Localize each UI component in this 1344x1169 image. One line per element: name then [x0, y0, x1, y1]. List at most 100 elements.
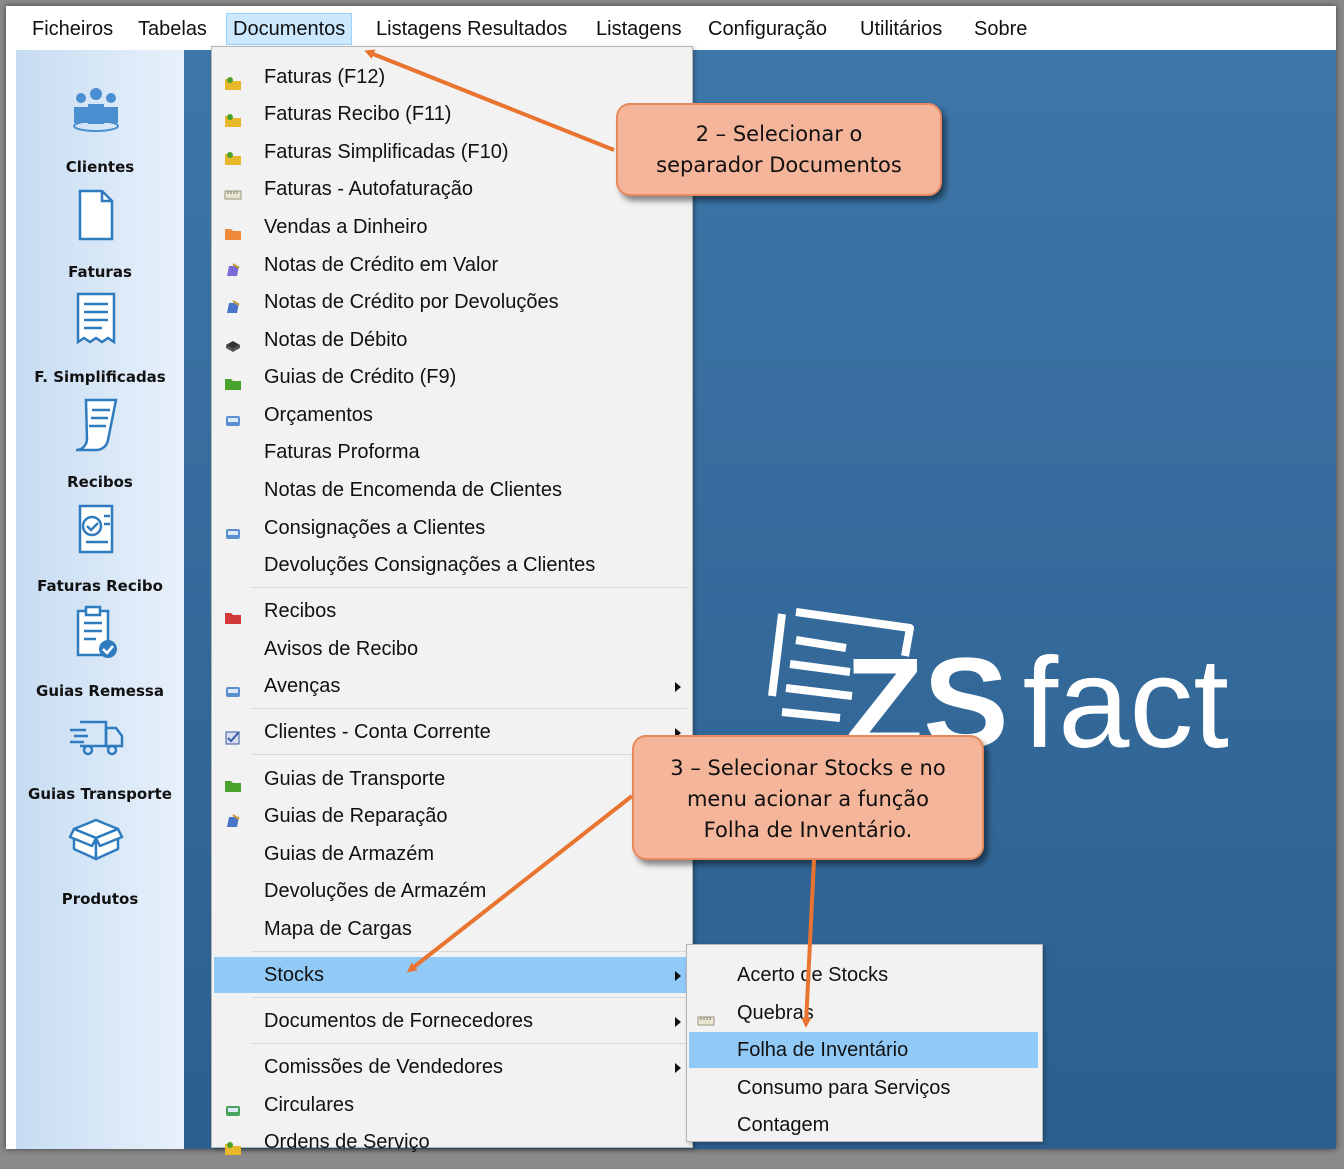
menubar-item-listagens[interactable]: Listagens: [590, 14, 688, 44]
sidebar-label-guias-remessa[interactable]: Guias Remessa: [16, 682, 184, 700]
menu-item-clientes-conta-corrente[interactable]: Clientes - Conta Corrente: [214, 714, 689, 750]
menubar-item-sobre[interactable]: Sobre: [968, 14, 1033, 44]
menu-bar: Ficheiros Tabelas Documentos Listagens Resu…: [6, 6, 1336, 50]
menu-item-label: Guias de Crédito (F9): [264, 366, 457, 388]
menu-item-guias-de-armaz-m[interactable]: Guias de Armazém: [214, 836, 689, 872]
submenu-item-folha-de-invent-rio[interactable]: Folha de Inventário: [689, 1032, 1038, 1068]
sidebar: Clientes Faturas F. Simplificadas Recibos Fa…: [16, 50, 184, 1149]
menubar-item-utilit-rios[interactable]: Utilitários: [854, 14, 948, 44]
green-folder-icon: [224, 368, 242, 390]
clients-icon[interactable]: [66, 80, 126, 140]
menubar-item-configura-o[interactable]: Configuração: [702, 14, 833, 44]
document-icon[interactable]: [66, 185, 126, 245]
menu-item-guias-de-transporte[interactable]: Guias de Transporte: [214, 761, 689, 797]
sidebar-label-guias-transporte[interactable]: Guias Transporte: [16, 785, 184, 803]
menubar-item-tabelas[interactable]: Tabelas: [132, 14, 213, 44]
menu-item-label: Ordens de Serviço: [264, 1131, 430, 1153]
menu-item-label: Orçamentos: [264, 404, 373, 426]
black-disk-icon: [224, 331, 242, 352]
menu-item-label: Comissões de Vendedores: [264, 1056, 504, 1078]
menu-item-guias-de-cr-dito-f9-[interactable]: Guias de Crédito (F9): [214, 359, 689, 395]
orange-folder-icon: [224, 218, 242, 240]
sidebar-label-clientes[interactable]: Clientes: [16, 158, 184, 176]
sidebar-label-produtos[interactable]: Produtos: [16, 890, 184, 908]
menu-item-documentos-de-fornecedores[interactable]: Documentos de Fornecedores: [214, 1003, 689, 1039]
menu-item-label: Faturas Simplificadas (F10): [264, 141, 509, 163]
menu-item-or-amentos[interactable]: Orçamentos: [214, 397, 689, 433]
menu-item-recibos[interactable]: Recibos: [214, 593, 689, 629]
menu-item-label: Notas de Débito: [264, 329, 408, 351]
star-folder-icon: [224, 105, 242, 127]
menu-item-label: Stocks: [264, 964, 325, 986]
menubar-item-documentos[interactable]: Documentos: [226, 13, 353, 45]
submenu-item-acerto-de-stocks[interactable]: Acerto de Stocks: [689, 957, 1038, 993]
menu-item-stocks[interactable]: Stocks: [214, 957, 689, 993]
menu-item-label: Devoluções Consignações a Clientes: [264, 554, 596, 576]
menu-item-devolu-es-de-armaz-m[interactable]: Devoluções de Armazém: [214, 873, 689, 909]
clipboard-check-icon[interactable]: [66, 603, 126, 663]
menu-item-label: Avenças: [264, 675, 341, 697]
ruler-icon: [697, 1004, 715, 1026]
menu-item-consigna-es-a-clientes[interactable]: Consignações a Clientes: [214, 510, 689, 546]
menu-item-label: Avisos de Recibo: [264, 638, 419, 660]
invoice-check-icon[interactable]: [66, 500, 126, 560]
sidebar-label-recibos[interactable]: Recibos: [16, 473, 184, 491]
menu-item-faturas-proforma[interactable]: Faturas Proforma: [214, 434, 689, 470]
submenu-item-contagem[interactable]: Contagem: [689, 1107, 1038, 1143]
submenu-item-label: Acerto de Stocks: [737, 964, 889, 986]
menu-item-label: Documentos de Fornecedores: [264, 1010, 534, 1032]
menu-item-guias-de-repara-o[interactable]: Guias de Reparação: [214, 798, 689, 834]
menu-item-avisos-de-recibo[interactable]: Avisos de Recibo: [214, 631, 689, 667]
documentos-dropdown-menu: Faturas (F12) Faturas Recibo (F11) Faturas…: [211, 46, 693, 1155]
sidebar-label-faturas-recibo[interactable]: Faturas Recibo: [16, 577, 184, 595]
submenu-item-label: Contagem: [737, 1114, 830, 1136]
menu-item-devolu-es-consigna-es-a-clientes[interactable]: Devoluções Consignações a Clientes: [214, 547, 689, 583]
menu-item-label: Guias de Transporte: [264, 768, 446, 790]
menu-item-label: Mapa de Cargas: [264, 918, 412, 940]
menu-item-vendas-a-dinheiro[interactable]: Vendas a Dinheiro: [214, 209, 689, 245]
menu-item-circulares[interactable]: Circulares: [214, 1087, 689, 1123]
submenu-item-quebras[interactable]: Quebras: [689, 995, 1038, 1031]
truck-icon[interactable]: [66, 706, 126, 766]
stocks-submenu: Acerto de Stocks Quebras Folha de Inventár…: [686, 944, 1043, 1142]
menu-item-notas-de-cr-dito-em-valor[interactable]: Notas de Crédito em Valor: [214, 247, 689, 283]
menu-item-comiss-es-de-vendedores[interactable]: Comissões de Vendedores: [214, 1049, 689, 1085]
submenu-item-label: Folha de Inventário: [737, 1039, 909, 1061]
menu-item-faturas-f12-[interactable]: Faturas (F12): [214, 59, 689, 95]
receipt-icon[interactable]: [66, 290, 126, 350]
blue-doc-icon: [224, 807, 242, 827]
blue-card-icon: [224, 406, 242, 426]
box-icon[interactable]: [66, 810, 126, 870]
callout-step-3-line2: menu acionar a função: [686, 787, 930, 811]
blue-doc-icon: [224, 293, 242, 313]
callout-step-2-line1: 2 – Selecionar o: [695, 122, 863, 146]
menubar-item-listagens-resultados[interactable]: Listagens Resultados: [370, 14, 573, 44]
menu-item-aven-as[interactable]: Avenças: [214, 668, 689, 704]
submenu-arrow-icon: [675, 971, 681, 981]
menu-item-label: Notas de Crédito em Valor: [264, 254, 499, 276]
submenu-item-consumo-para-servi-os[interactable]: Consumo para Serviços: [689, 1070, 1038, 1106]
menu-item-notas-de-d-bito[interactable]: Notas de Débito: [214, 322, 689, 358]
callout-step-3: 3 – Selecionar Stocks e no menu acionar …: [632, 735, 984, 860]
menu-separator: [252, 997, 687, 998]
menu-item-notas-de-encomenda-de-clientes[interactable]: Notas de Encomenda de Clientes: [214, 472, 689, 508]
star-folder-icon: [224, 1133, 242, 1155]
submenu-item-label: Quebras: [737, 1002, 814, 1024]
menu-item-label: Clientes - Conta Corrente: [264, 721, 491, 743]
menubar-item-ficheiros[interactable]: Ficheiros: [26, 14, 119, 44]
menu-item-label: Faturas Recibo (F11): [264, 103, 452, 125]
receipt-curl-icon[interactable]: [66, 394, 126, 454]
menu-item-label: Guias de Reparação: [264, 805, 448, 827]
menu-item-label: Consignações a Clientes: [264, 517, 486, 539]
sidebar-label-f-simplificadas[interactable]: F. Simplificadas: [16, 368, 184, 386]
blue-card-icon: [224, 519, 242, 539]
sidebar-label-faturas[interactable]: Faturas: [16, 263, 184, 281]
callout-step-3-line1: 3 – Selecionar Stocks e no: [670, 756, 946, 780]
menu-item-label: Faturas (F12): [264, 66, 386, 88]
red-folder-icon: [224, 602, 242, 624]
menu-item-ordens-de-servi-o[interactable]: Ordens de Serviço: [214, 1124, 689, 1160]
menu-item-label: Guias de Armazém: [264, 843, 435, 865]
menu-item-mapa-de-cargas[interactable]: Mapa de Cargas: [214, 911, 689, 947]
menu-item-label: Devoluções de Armazém: [264, 880, 487, 902]
menu-item-notas-de-cr-dito-por-devolu-es[interactable]: Notas de Crédito por Devoluções: [214, 284, 689, 320]
